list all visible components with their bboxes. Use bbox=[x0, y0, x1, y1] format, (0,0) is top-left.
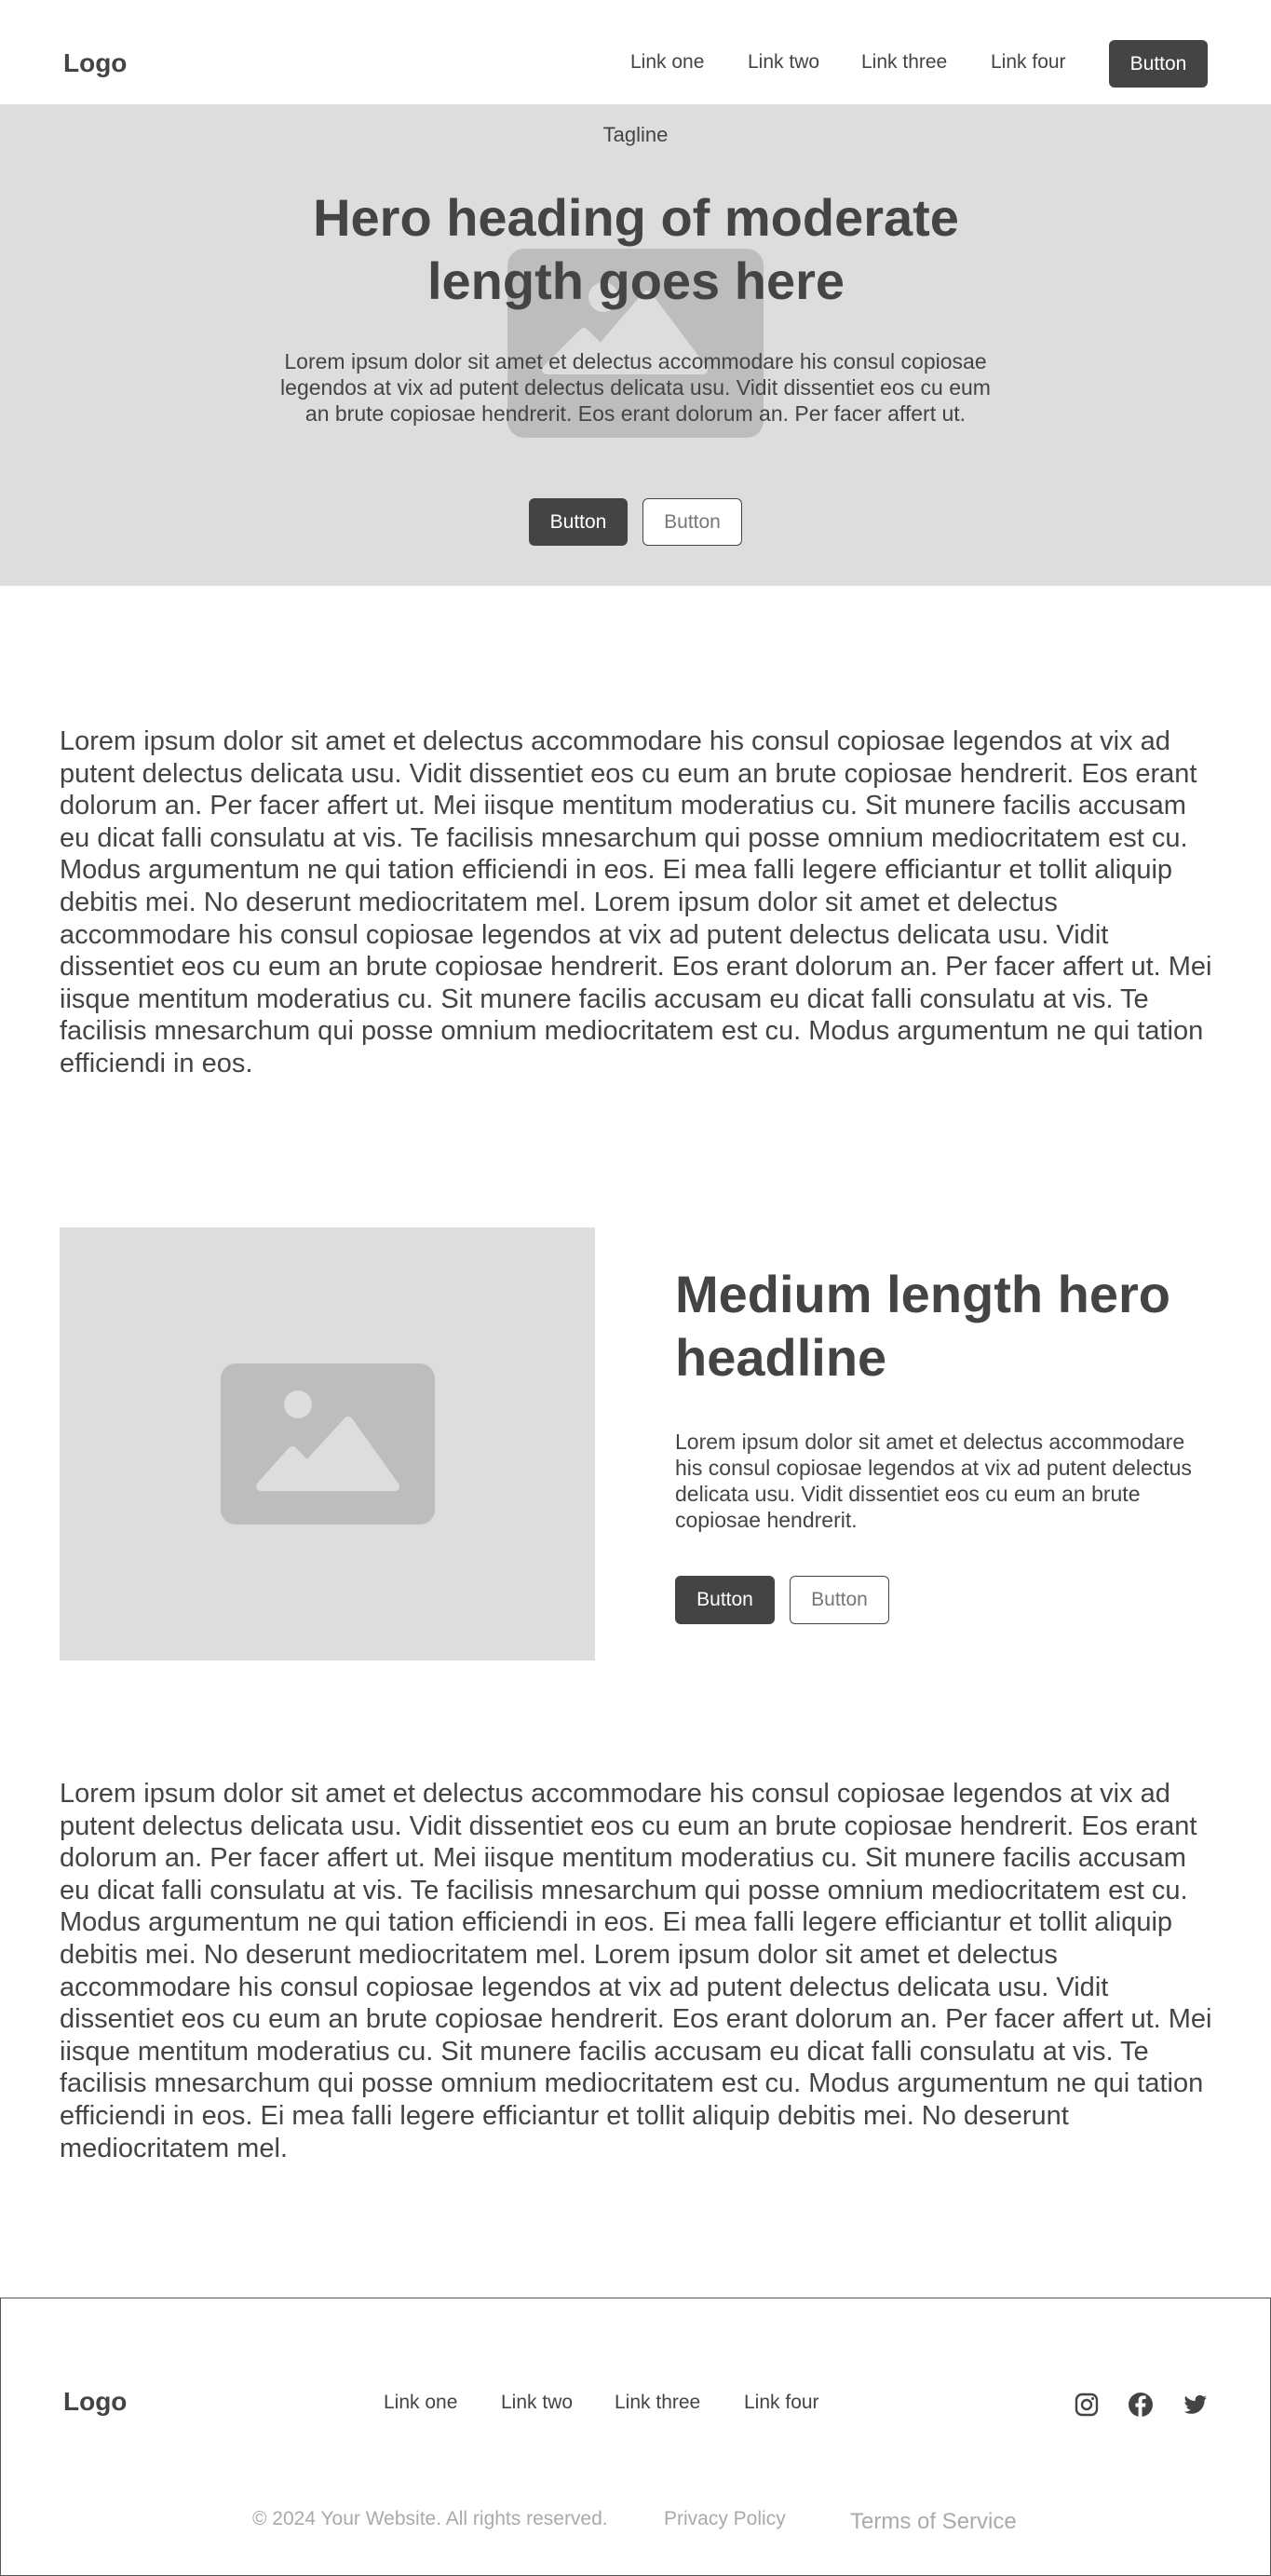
twitter-icon[interactable] bbox=[1183, 2392, 1209, 2418]
terms-of-service-link[interactable]: Terms of Service bbox=[850, 2509, 1017, 2535]
body-paragraph-2: Lorem ipsum dolor sit amet et delectus a… bbox=[60, 1779, 1212, 2163]
feature-image-placeholder bbox=[60, 1227, 595, 1661]
hero-secondary-button[interactable]: Button bbox=[642, 498, 742, 546]
header-logo[interactable]: Logo bbox=[63, 48, 127, 78]
feature-description: Lorem ipsum dolor sit amet et delectus a… bbox=[675, 1430, 1192, 1532]
nav-link-four[interactable]: Link four bbox=[991, 51, 1066, 74]
hero-description: Lorem ipsum dolor sit amet et delectus a… bbox=[280, 349, 991, 426]
footer-link-one[interactable]: Link one bbox=[384, 2392, 457, 2414]
copyright-text: © 2024 Your Website. All rights reserved… bbox=[252, 2508, 608, 2529]
hero-section: Tagline Hero heading of moderate length … bbox=[0, 104, 1271, 586]
footer-link-four[interactable]: Link four bbox=[744, 2392, 819, 2414]
header-cta-button[interactable]: Button bbox=[1109, 40, 1208, 88]
body-paragraph-1: Lorem ipsum dolor sit amet et delectus a… bbox=[60, 726, 1212, 1078]
site-header: Logo Link one Link two Link three Link f… bbox=[0, 0, 1271, 104]
feature-heading: Medium length hero headline bbox=[675, 1265, 1170, 1387]
privacy-policy-link[interactable]: Privacy Policy bbox=[664, 2508, 786, 2530]
facebook-icon[interactable] bbox=[1128, 2392, 1154, 2418]
footer-logo[interactable]: Logo bbox=[63, 2387, 127, 2417]
hero-heading: Hero heading of moderate length goes her… bbox=[313, 188, 959, 310]
footer-link-two[interactable]: Link two bbox=[501, 2392, 573, 2414]
hero-tagline: Tagline bbox=[602, 123, 669, 146]
instagram-icon[interactable] bbox=[1074, 2392, 1100, 2418]
nav-link-two[interactable]: Link two bbox=[748, 51, 819, 74]
feature-secondary-button[interactable]: Button bbox=[790, 1576, 889, 1624]
feature-primary-button[interactable]: Button bbox=[675, 1576, 775, 1624]
nav-link-three[interactable]: Link three bbox=[861, 51, 947, 74]
footer-link-three[interactable]: Link three bbox=[615, 2392, 700, 2414]
image-placeholder-icon bbox=[221, 1363, 435, 1525]
nav-link-one[interactable]: Link one bbox=[630, 51, 704, 74]
hero-primary-button[interactable]: Button bbox=[529, 498, 628, 546]
site-footer: Logo Link one Link two Link three Link f… bbox=[0, 2298, 1271, 2576]
